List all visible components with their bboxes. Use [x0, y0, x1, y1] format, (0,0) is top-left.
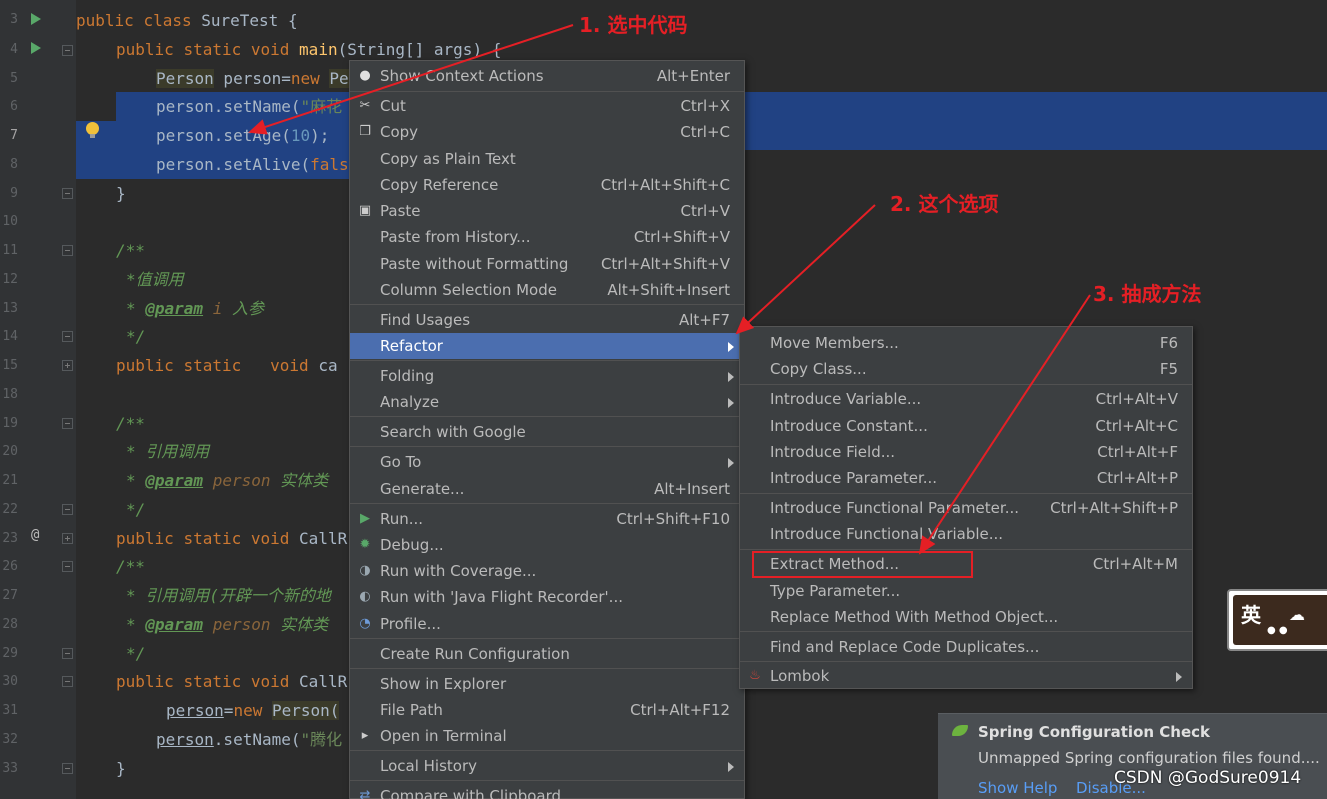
watermark: CSDN @GodSure0914	[1114, 768, 1302, 788]
ime-indicator[interactable]: 英 ☁ ● ●	[1227, 589, 1327, 651]
annotation-arrows	[248, 24, 1091, 555]
annotation-1: 1. 选中代码	[579, 13, 688, 37]
ide-screen: 3 4 5 6 7 8 9 10 11 12 13 14 15 18 19 20…	[0, 0, 1327, 799]
annotation-2: 2. 这个选项	[890, 192, 999, 216]
annotation-arrow-3	[918, 294, 1091, 555]
ime-panel: 英 ☁ ● ●	[1233, 595, 1327, 645]
annotation-arrow-1	[248, 24, 574, 135]
ime-language-label: 英	[1241, 603, 1261, 627]
ime-dots-icon: ● ●	[1267, 625, 1288, 636]
annotation-3: 3. 抽成方法	[1093, 282, 1202, 306]
ime-cloud-icon: ☁	[1289, 605, 1305, 624]
annotation-arrow-2	[735, 204, 876, 335]
spring-leaf-icon	[952, 725, 968, 736]
show-help-link[interactable]: Show Help	[978, 779, 1057, 797]
notification-body: Unmapped Spring configuration files foun…	[978, 749, 1320, 767]
notification-title: Spring Configuration Check	[978, 723, 1211, 741]
